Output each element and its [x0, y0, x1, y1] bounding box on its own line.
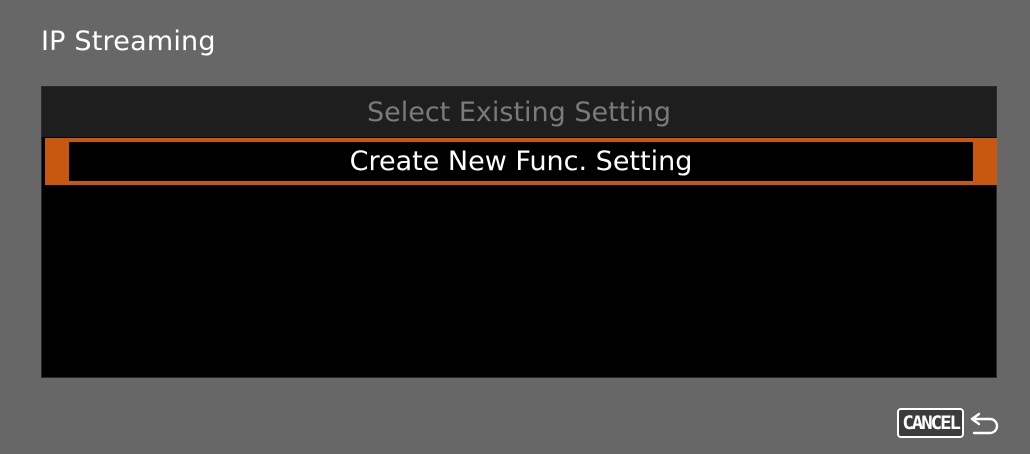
- return-arrow-icon[interactable]: [968, 408, 1002, 438]
- footer-controls: CANCEL: [897, 408, 1002, 438]
- menu-item-create-new-setting[interactable]: Create New Func. Setting: [45, 138, 997, 185]
- menu-header-label: Select Existing Setting: [366, 96, 672, 128]
- menu-item-label: Create New Func. Setting: [349, 146, 693, 177]
- menu-header-option[interactable]: Select Existing Setting: [42, 87, 996, 137]
- screen-title: IP Streaming: [41, 26, 216, 57]
- menu-panel: Select Existing Setting Create New Func.…: [41, 86, 997, 378]
- cancel-button[interactable]: CANCEL: [897, 408, 964, 438]
- menu-item-inner: Create New Func. Setting: [69, 142, 973, 181]
